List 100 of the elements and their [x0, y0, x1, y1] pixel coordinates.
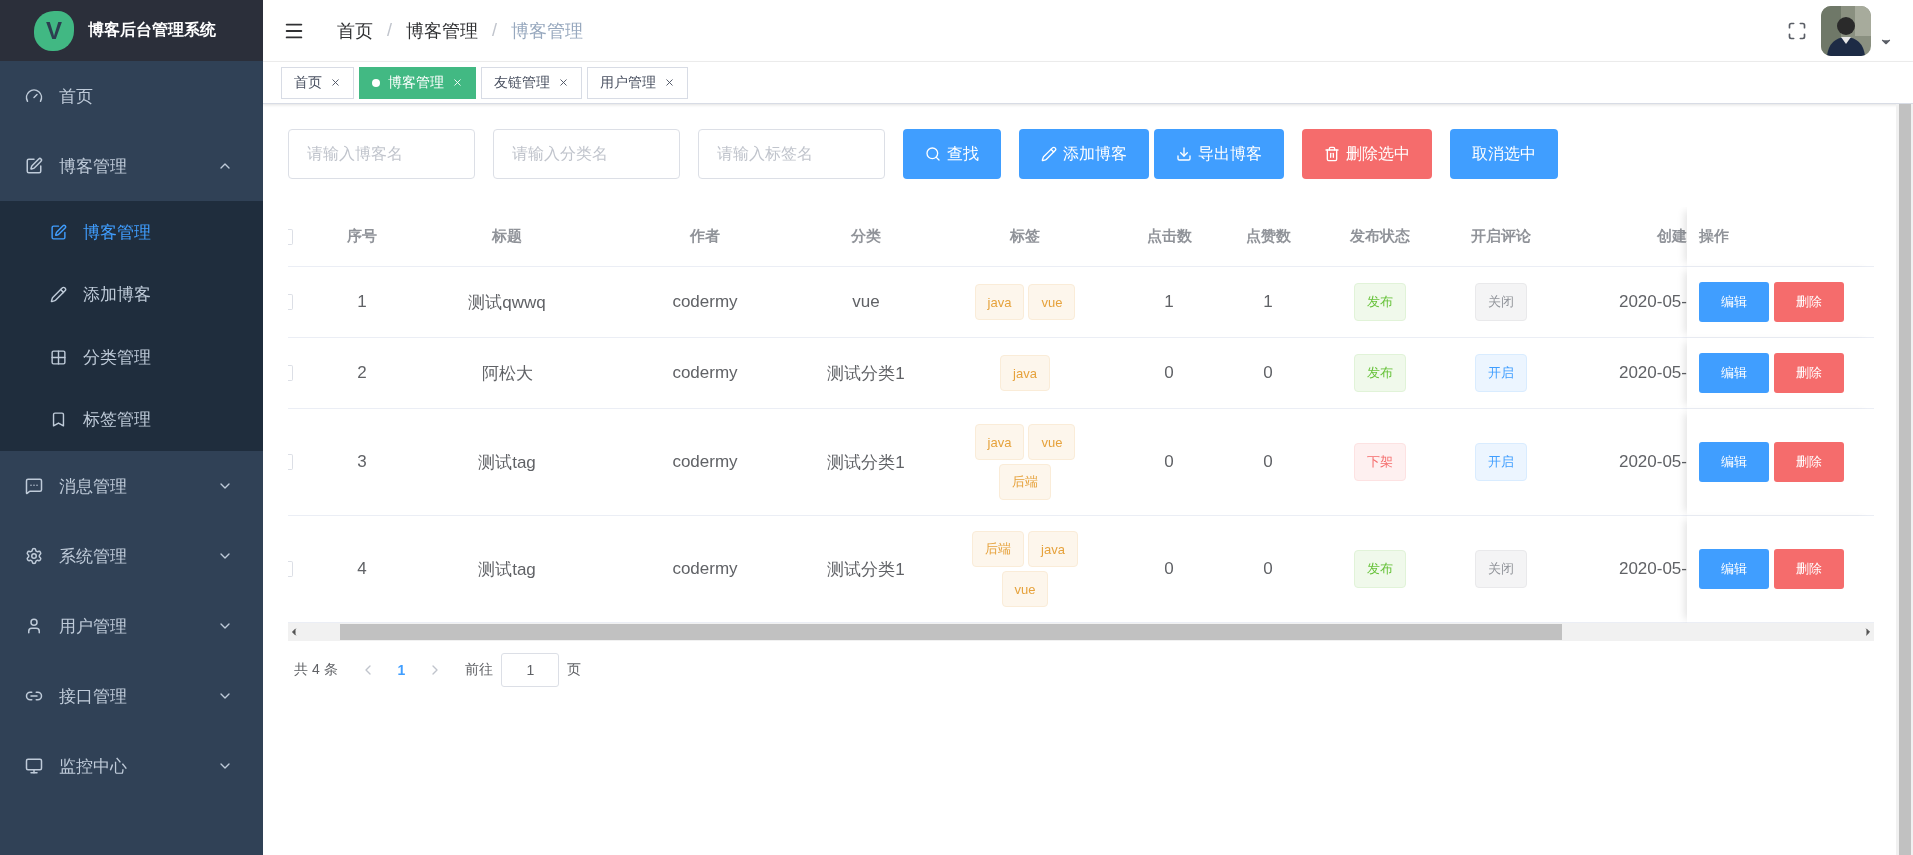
table-cell: 2: [357, 363, 367, 383]
table-cell-text: 测试分类1: [827, 451, 905, 474]
status-tag: 关闭: [1475, 283, 1527, 321]
monitor-icon: [25, 757, 43, 775]
table-cell: codermy: [672, 452, 738, 472]
table-cell: 1: [1164, 292, 1174, 312]
grid-icon: [50, 348, 67, 366]
trash-icon: [1324, 146, 1340, 162]
status-tag: 发布: [1354, 283, 1406, 321]
table-cell: 2020-05-: [1618, 363, 1687, 383]
tag: 后端: [972, 531, 1025, 567]
table-cell: codermy: [672, 292, 738, 312]
pencil-icon: [50, 286, 67, 304]
page-input[interactable]: 1: [501, 653, 560, 687]
submenu-item[interactable]: 添加博客: [0, 263, 263, 326]
tag: vue: [1001, 571, 1049, 607]
table-cell-text: 测试tag: [478, 451, 536, 474]
user-icon: [25, 617, 43, 635]
breadcrumb-item: 博客管理: [511, 19, 584, 43]
settings-icon: [25, 547, 43, 565]
submenu-item[interactable]: 分类管理: [0, 326, 263, 389]
tag: vue: [1028, 424, 1076, 460]
column-header: 操作: [1699, 227, 1729, 246]
breadcrumb-separator: /: [387, 20, 392, 41]
table-cell: 2020-05-: [1618, 559, 1687, 579]
search-field[interactable]: 请输入标签名: [698, 129, 885, 179]
table-cell-text: 阿松大: [481, 362, 533, 385]
table-cell: 4: [357, 559, 367, 579]
active-dot-icon: [372, 78, 380, 87]
page-suffix: 页: [567, 661, 582, 679]
table-cell-text: 测试分类1: [827, 558, 905, 581]
checkbox[interactable]: [288, 561, 293, 577]
table-cell-text: 测试tag: [478, 558, 536, 581]
column-header: 标题: [492, 227, 522, 246]
tag: java: [974, 284, 1025, 320]
column-header: 发布状态: [1350, 227, 1410, 246]
table-cell: 2020-05-: [1618, 452, 1687, 472]
tag: vue: [1028, 284, 1076, 320]
column-header: 标签: [1010, 227, 1040, 246]
chat-icon: [25, 477, 43, 495]
tag: java: [1000, 355, 1050, 391]
column-header: 开启评论: [1471, 227, 1531, 246]
table-cell: 2020-05-: [1618, 292, 1687, 312]
tag: java: [1028, 531, 1078, 567]
submenu-item[interactable]: 标签管理: [0, 388, 263, 451]
column-header: 点赞数: [1245, 227, 1291, 246]
tab[interactable]: 友链管理: [481, 66, 582, 99]
vertical-scrollbar[interactable]: [1896, 104, 1913, 855]
total-count: 共 4 条: [294, 661, 338, 679]
checkbox[interactable]: [288, 228, 293, 245]
logo: V: [34, 10, 74, 51]
close-icon[interactable]: [558, 77, 569, 88]
breadcrumb-separator: /: [492, 20, 498, 41]
status-tag: 发布: [1354, 550, 1406, 588]
status-tag: 发布: [1354, 354, 1406, 392]
app-title: 博客后台管理系统: [88, 20, 216, 40]
status-tag: 下架: [1354, 443, 1406, 481]
table-cell-text: 测试分类1: [827, 362, 905, 385]
table-cell: 0: [1164, 452, 1174, 472]
fullscreen-icon[interactable]: [1787, 20, 1807, 41]
table-cell: 0: [1164, 363, 1174, 383]
submenu-item[interactable]: 博客管理: [0, 201, 263, 264]
pencil-icon: [1041, 146, 1057, 162]
checkbox[interactable]: [288, 294, 293, 310]
table-cell: 1: [357, 292, 367, 312]
gauge-icon: [25, 87, 43, 105]
search-icon: [925, 146, 941, 162]
table-cell: 3: [357, 452, 367, 472]
close-icon[interactable]: [330, 77, 341, 88]
checkbox[interactable]: [288, 454, 293, 470]
column-header: 序号: [347, 227, 377, 246]
search-field[interactable]: 请输入分类名: [493, 129, 680, 179]
breadcrumb-item[interactable]: 首页: [337, 18, 373, 43]
breadcrumb-item[interactable]: 博客管理: [406, 18, 478, 43]
bookmark-icon: [50, 411, 67, 429]
tag: java: [974, 424, 1025, 460]
document-edit-icon: [50, 223, 67, 241]
table-cell: 0: [1263, 363, 1273, 383]
download-icon: [1176, 146, 1192, 162]
search-field[interactable]: 请输入博客名: [288, 129, 475, 179]
table-cell: 1: [1263, 292, 1273, 312]
status-tag: 关闭: [1475, 550, 1527, 588]
table-cell: 0: [1263, 452, 1273, 472]
checkbox[interactable]: [288, 365, 293, 381]
goto-label: 前往: [465, 661, 494, 679]
column-header: 点击数: [1146, 227, 1192, 246]
table-cell: 0: [1263, 559, 1273, 579]
table-cell: codermy: [672, 559, 738, 579]
tab[interactable]: 首页: [281, 66, 354, 99]
tab[interactable]: 用户管理: [587, 66, 688, 99]
table-cell-text: 测试qwwq: [468, 291, 546, 314]
column-header: 作者: [690, 227, 720, 246]
close-icon[interactable]: [664, 77, 675, 88]
document-edit-icon: [25, 157, 43, 175]
column-header: 创建: [1657, 227, 1687, 246]
horizontal-scrollbar[interactable]: [288, 623, 1874, 641]
table-cell: vue: [852, 292, 880, 312]
status-tag: 开启: [1475, 354, 1527, 392]
column-header: 分类: [851, 227, 881, 246]
tag: 后端: [999, 464, 1051, 500]
